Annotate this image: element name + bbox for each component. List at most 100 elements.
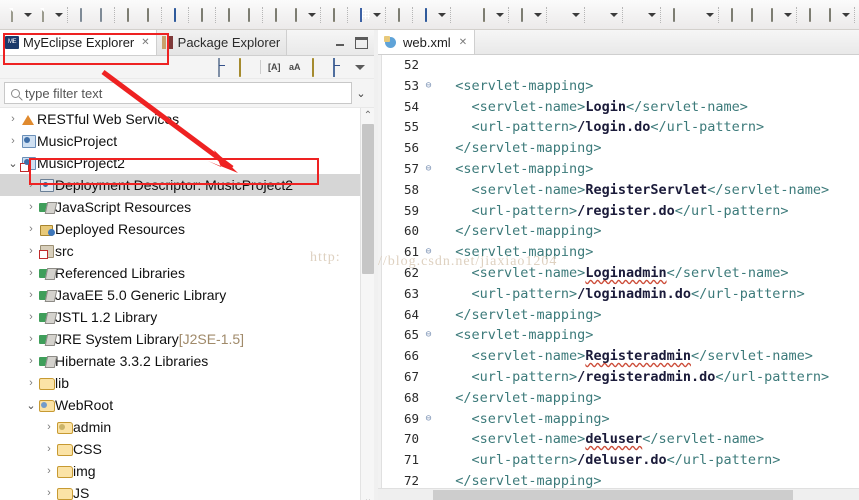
annotation-icon[interactable]	[821, 6, 839, 24]
code-line[interactable]: 69 ⊖ <servlet-mapping>	[382, 409, 859, 430]
fold-collapse-icon[interactable]: ⊖	[422, 159, 435, 180]
new-package-icon[interactable]	[665, 6, 683, 24]
tag-icon[interactable]	[763, 6, 781, 24]
close-icon[interactable]: ✕	[141, 37, 149, 48]
chevron-right-icon[interactable]: ›	[6, 135, 20, 147]
minimize-icon[interactable]	[334, 37, 347, 49]
code-line[interactable]: 59 <url-pattern>/register.do</url-patter…	[382, 201, 859, 222]
code-line[interactable]: 64 </servlet-mapping>	[382, 305, 859, 326]
chevron-right-icon[interactable]: ›	[6, 113, 20, 125]
fold-collapse-icon[interactable]: ⊖	[422, 242, 435, 263]
database-icon[interactable]	[390, 6, 408, 24]
save-icon[interactable]	[72, 6, 90, 24]
tree-item[interactable]: › lib	[0, 372, 374, 394]
tree-item[interactable]: › Deployed Resources	[0, 218, 374, 240]
chevron-down-icon[interactable]: ⌄	[361, 492, 374, 500]
debug-icon[interactable]	[267, 6, 285, 24]
tree-item[interactable]: › JSTL 1.2 Library	[0, 306, 374, 328]
scrollbar-thumb[interactable]	[433, 490, 793, 500]
run-icon[interactable]	[287, 6, 305, 24]
chevron-right-icon[interactable]: ›	[24, 201, 38, 213]
chevron-right-icon[interactable]: ›	[24, 245, 38, 257]
pen-strike-icon[interactable]	[193, 6, 211, 24]
chevron-right-icon[interactable]: ›	[24, 311, 38, 323]
open-type-icon[interactable]	[685, 6, 703, 24]
close-icon[interactable]: ✕	[459, 37, 467, 48]
external-tools-icon[interactable]	[325, 6, 343, 24]
chevron-down-icon[interactable]	[371, 6, 382, 24]
tree-item[interactable]: › JavaEE 5.0 Generic Library	[0, 284, 374, 306]
search-input[interactable]: type filter text	[25, 86, 102, 101]
tree-item[interactable]: › admin	[0, 416, 374, 438]
chevron-down-icon[interactable]	[704, 6, 715, 24]
code-line[interactable]: 61 ⊖ <servlet-mapping>	[382, 242, 859, 263]
view-menu-icon[interactable]	[352, 59, 368, 75]
tree-item[interactable]: › src	[0, 240, 374, 262]
deploy-icon[interactable]	[417, 6, 435, 24]
chevron-right-icon[interactable]: ›	[24, 355, 38, 367]
chevron-down-icon[interactable]: ⌄	[352, 87, 370, 100]
chevron-right-icon[interactable]: ›	[24, 223, 38, 235]
code-line[interactable]: 57 ⊖ <servlet-mapping>	[382, 159, 859, 180]
sort-alpha-icon[interactable]: aA	[289, 59, 305, 75]
refresh-icon[interactable]	[139, 6, 157, 24]
code-line[interactable]: 62 <servlet-name>Loginadmin</servlet-nam…	[382, 263, 859, 284]
perspective-icon[interactable]	[801, 6, 819, 24]
chevron-right-icon[interactable]: ›	[42, 443, 56, 455]
chevron-down-icon[interactable]	[532, 6, 543, 24]
chevron-down-icon[interactable]	[22, 6, 33, 24]
code-line[interactable]: 54 <servlet-name>Login</servlet-name>	[382, 97, 859, 118]
redo-icon[interactable]	[240, 6, 258, 24]
fold-collapse-icon[interactable]: ⊖	[422, 325, 435, 346]
tree-item[interactable]: › CSS	[0, 438, 374, 460]
select-working-set-icon[interactable]: [A]	[268, 59, 284, 75]
code-line[interactable]: 58 <servlet-name>RegisterServlet</servle…	[382, 180, 859, 201]
chevron-down-icon[interactable]: ⌄	[24, 399, 38, 412]
chevron-right-icon[interactable]: ›	[42, 421, 56, 433]
tree-item[interactable]: › JS	[0, 482, 374, 500]
chevron-down-icon[interactable]	[306, 6, 317, 24]
chevron-down-icon[interactable]	[570, 6, 581, 24]
print-icon[interactable]	[119, 6, 137, 24]
tree-item[interactable]: › img	[0, 460, 374, 482]
code-line[interactable]: 67 <url-pattern>/registeradmin.do</url-p…	[382, 367, 859, 388]
code-line[interactable]: 53 ⊖ <servlet-mapping>	[382, 76, 859, 97]
code-line[interactable]: 60 </servlet-mapping>	[382, 221, 859, 242]
code-line[interactable]: 65 ⊖ <servlet-mapping>	[382, 325, 859, 346]
code-line[interactable]: 55 <url-pattern>/login.do</url-pattern>	[382, 117, 859, 138]
code-editor[interactable]: 52 53 ⊖ <servlet-mapping> 54 <servlet-name>…	[378, 55, 859, 500]
tree-item[interactable]: › Deployment Descriptor: MusicProject2	[0, 174, 374, 196]
scrollbar-thumb[interactable]	[362, 124, 374, 274]
open-resource-icon[interactable]	[723, 6, 741, 24]
code-line[interactable]: 71 <url-pattern>/deluser.do</url-pattern…	[382, 450, 859, 471]
tab-package-explorer[interactable]: Package Explorer	[156, 30, 288, 55]
new-wizard-icon[interactable]	[34, 6, 52, 24]
customize-view-icon[interactable]	[310, 58, 326, 77]
tree-item[interactable]: › Referenced Libraries	[0, 262, 374, 284]
chevron-down-icon[interactable]	[782, 6, 793, 24]
tab-myeclipse-explorer[interactable]: ME MyEclipse Explorer ✕	[0, 30, 157, 55]
tree-item[interactable]: ⌄ WebRoot	[0, 394, 374, 416]
code-lines[interactable]: 52 53 ⊖ <servlet-mapping> 54 <servlet-name>…	[382, 55, 859, 500]
filters-icon[interactable]	[331, 58, 347, 77]
chevron-down-icon[interactable]	[494, 6, 505, 24]
fold-collapse-icon[interactable]: ⊖	[422, 409, 435, 430]
editor-horizontal-scrollbar[interactable]	[378, 488, 859, 500]
maximize-icon[interactable]	[355, 36, 368, 49]
tree-vertical-scrollbar[interactable]: ⌃ ⌄	[360, 108, 374, 500]
server-start-icon[interactable]	[589, 6, 607, 24]
code-line[interactable]: 63 <url-pattern>/loginadmin.do</url-patt…	[382, 284, 859, 305]
chevron-right-icon[interactable]: ›	[24, 267, 38, 279]
new-file-icon[interactable]	[3, 6, 21, 24]
code-line[interactable]: 70 <servlet-name>deluser</servlet-name>	[382, 429, 859, 450]
server-green-icon[interactable]	[551, 6, 569, 24]
link-with-editor-icon[interactable]	[237, 58, 253, 77]
chevron-down-icon[interactable]: ⌄	[6, 157, 20, 170]
filter-input-box[interactable]: type filter text	[4, 82, 352, 104]
chevron-down-icon[interactable]	[646, 6, 657, 24]
tree-item[interactable]: › MusicProject	[0, 130, 374, 152]
chevron-down-icon[interactable]	[840, 6, 851, 24]
code-line[interactable]: 56 </servlet-mapping>	[382, 138, 859, 159]
chevron-down-icon[interactable]	[53, 6, 64, 24]
grid-table-icon[interactable]	[352, 6, 370, 24]
